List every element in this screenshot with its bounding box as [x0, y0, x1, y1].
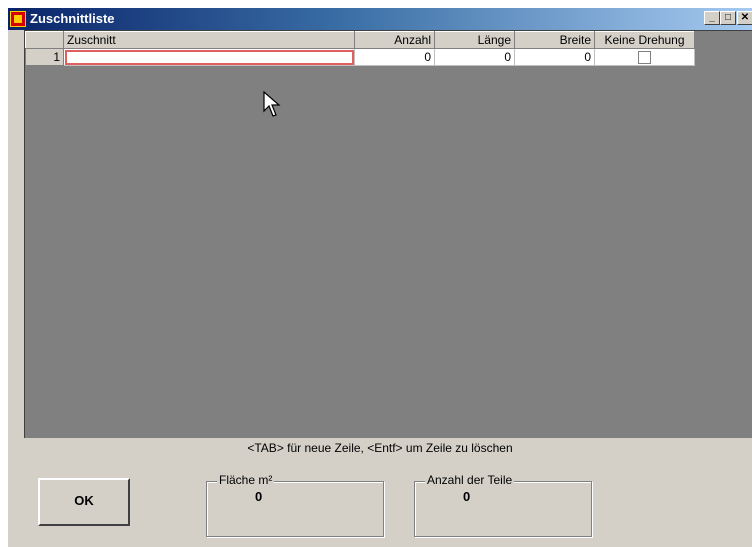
flaeche-label: Fläche m²	[217, 473, 275, 487]
title-bar[interactable]: Zuschnittliste _ □ ✕	[8, 8, 752, 30]
mouse-pointer-icon	[263, 91, 281, 117]
anzahl-cell[interactable]: 0	[354, 48, 435, 66]
keine-drehung-cell[interactable]	[594, 48, 695, 66]
row-header-corner	[25, 31, 64, 49]
column-header-keine-drehung[interactable]: Keine Drehung	[594, 31, 695, 49]
flaeche-value: 0	[255, 489, 263, 504]
breite-cell[interactable]: 0	[514, 48, 595, 66]
column-header-anzahl[interactable]: Anzahl	[354, 31, 435, 49]
column-header-laenge[interactable]: Länge	[434, 31, 515, 49]
hint-text: <TAB> für neue Zeile, <Entf> um Zeile zu…	[247, 441, 513, 455]
close-button[interactable]: ✕	[737, 11, 752, 25]
zuschnittliste-window: Zuschnittliste _ □ ✕ Zuschnitt Anzahl Lä…	[8, 8, 752, 547]
ok-button[interactable]: OK	[38, 478, 130, 526]
cut-list-grid[interactable]: Zuschnitt Anzahl Länge Breite Keine Dreh…	[24, 30, 752, 438]
keine-drehung-checkbox[interactable]	[638, 51, 651, 65]
zuschnitt-cell[interactable]	[63, 48, 355, 66]
app-icon	[10, 11, 26, 27]
column-header-breite[interactable]: Breite	[514, 31, 595, 49]
flaeche-group: Fläche m² 0	[206, 473, 384, 537]
anzahl-teile-group: Anzahl der Teile 0	[414, 473, 592, 537]
table-row[interactable]: 1 0 0 0	[25, 48, 695, 66]
cut-list-table: Zuschnitt Anzahl Länge Breite Keine Dreh…	[25, 31, 695, 66]
laenge-cell[interactable]: 0	[434, 48, 515, 66]
anzahl-teile-label: Anzahl der Teile	[425, 473, 515, 487]
anzahl-teile-value: 0	[463, 489, 471, 504]
minimize-button[interactable]: _	[704, 11, 720, 25]
row-number: 1	[25, 48, 64, 66]
window-title: Zuschnittliste	[30, 11, 115, 26]
column-header-zuschnitt[interactable]: Zuschnitt	[63, 31, 355, 49]
maximize-button[interactable]: □	[720, 11, 736, 25]
header-row: Zuschnitt Anzahl Länge Breite Keine Dreh…	[25, 31, 695, 49]
